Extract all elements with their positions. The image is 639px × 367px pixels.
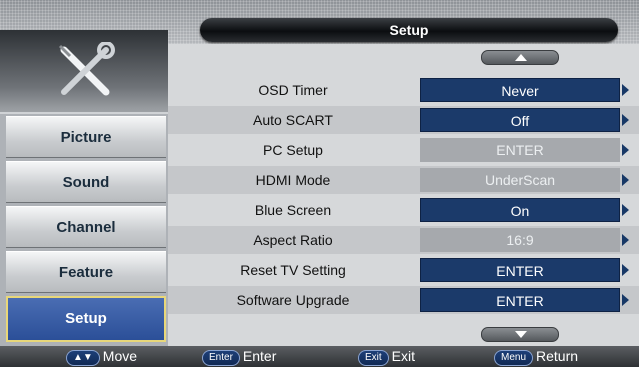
setting-value: ENTER xyxy=(420,138,620,162)
chevron-right-icon[interactable] xyxy=(622,294,629,306)
chevron-right-icon[interactable] xyxy=(622,174,629,186)
chevron-right-icon[interactable] xyxy=(622,84,629,96)
chevron-right-icon[interactable] xyxy=(622,144,629,156)
chevron-right-icon[interactable] xyxy=(622,204,629,216)
setting-label: HDMI Mode xyxy=(255,172,331,188)
enter-key-icon: Enter xyxy=(202,350,240,366)
hint-label: Exit xyxy=(391,348,416,364)
setting-row-software-upgrade[interactable]: Software Upgrade ENTER xyxy=(168,286,639,314)
setting-label: Software Upgrade xyxy=(236,292,350,308)
setting-label: Auto SCART xyxy=(253,112,333,128)
tools-icon xyxy=(58,42,115,96)
setting-row-aspect-ratio[interactable]: Aspect Ratio 16:9 xyxy=(168,226,639,254)
footer-hint-bar: ▲▼ Move Enter Enter Exit Exit Menu Return xyxy=(0,346,639,367)
setting-value: UnderScan xyxy=(420,168,620,192)
menu-key-icon: Menu xyxy=(494,350,534,366)
hint-return: Menu Return xyxy=(494,348,579,366)
setting-value[interactable]: ENTER xyxy=(420,258,620,282)
hint-enter: Enter Enter xyxy=(202,348,277,366)
setting-label: OSD Timer xyxy=(258,82,328,98)
setting-value[interactable]: Off xyxy=(420,108,620,132)
hint-label: Return xyxy=(536,348,579,364)
scroll-up-button[interactable] xyxy=(481,50,559,65)
chevron-down-icon xyxy=(515,331,527,338)
setting-label: Reset TV Setting xyxy=(240,262,346,278)
sidebar-item-setup[interactable]: Setup xyxy=(6,296,166,342)
setting-label: Blue Screen xyxy=(254,202,332,218)
setting-label: Aspect Ratio xyxy=(253,232,333,248)
chevron-right-icon[interactable] xyxy=(622,234,629,246)
sidebar-item-feature[interactable]: Feature xyxy=(6,251,166,293)
setting-row-osd-timer[interactable]: OSD Timer Never xyxy=(168,76,639,104)
setting-label: PC Setup xyxy=(263,142,323,158)
chevron-right-icon[interactable] xyxy=(622,264,629,276)
setting-row-hdmi-mode[interactable]: HDMI Mode UnderScan xyxy=(168,166,639,194)
sidebar: Picture Sound Channel Feature Setup xyxy=(0,30,168,346)
setting-row-pc-setup[interactable]: PC Setup ENTER xyxy=(168,136,639,164)
hint-move: ▲▼ Move xyxy=(66,348,138,366)
setting-row-auto-scart[interactable]: Auto SCART Off xyxy=(168,106,639,134)
setting-value: 16:9 xyxy=(420,228,620,252)
scroll-down-button[interactable] xyxy=(481,327,559,342)
sidebar-item-sound[interactable]: Sound xyxy=(6,161,166,203)
setting-row-blue-screen[interactable]: Blue Screen On xyxy=(168,196,639,224)
hint-exit: Exit Exit xyxy=(358,348,416,366)
sidebar-item-channel[interactable]: Channel xyxy=(6,206,166,248)
hint-label: Move xyxy=(102,348,138,364)
sidebar-item-picture[interactable]: Picture xyxy=(6,116,166,158)
chevron-right-icon[interactable] xyxy=(622,114,629,126)
tools-icon-panel xyxy=(0,30,168,114)
exit-key-icon: Exit xyxy=(358,350,389,366)
page-title: Setup xyxy=(200,18,618,42)
hint-label: Enter xyxy=(242,348,277,364)
move-key-icon: ▲▼ xyxy=(66,350,100,366)
setting-value[interactable]: Never xyxy=(420,78,620,102)
setting-value[interactable]: On xyxy=(420,198,620,222)
setting-value[interactable]: ENTER xyxy=(420,288,620,312)
chevron-up-icon xyxy=(515,54,527,61)
setting-row-reset-tv-setting[interactable]: Reset TV Setting ENTER xyxy=(168,256,639,284)
